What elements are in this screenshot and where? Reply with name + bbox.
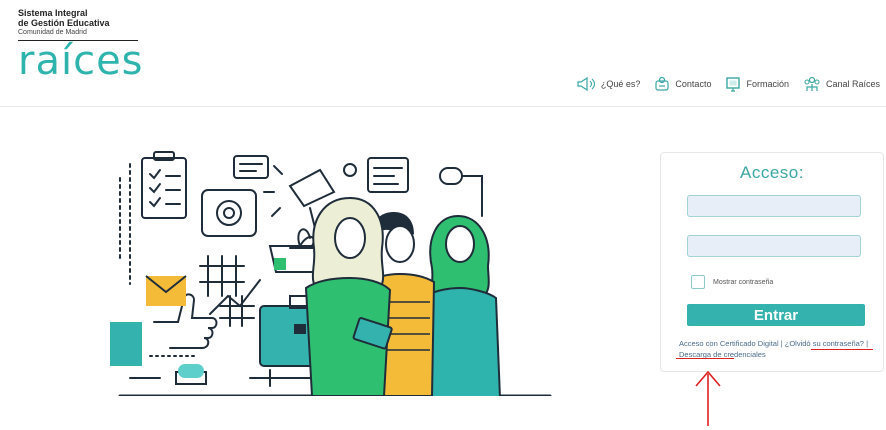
annotation-underline bbox=[811, 349, 873, 350]
nav-item-label: Contacto bbox=[675, 79, 712, 89]
forgot-password-link[interactable]: ¿Olvidó su contraseña? bbox=[785, 339, 864, 348]
nav-item-label: Formación bbox=[746, 79, 789, 89]
team-illustration bbox=[110, 151, 552, 396]
brand-line-3: Comunidad de Madrid bbox=[18, 29, 87, 36]
password-field[interactable] bbox=[687, 235, 861, 257]
submit-button[interactable]: Entrar bbox=[687, 304, 865, 326]
people-icon bbox=[803, 76, 821, 92]
login-panel: Acceso: Mostrar contraseña Entrar Acceso… bbox=[660, 152, 884, 372]
show-password-checkbox[interactable] bbox=[691, 275, 705, 289]
nav-item-formacion[interactable]: Formación bbox=[725, 76, 789, 92]
brand[interactable]: Sistema Integral de Gestión Educativa Co… bbox=[18, 8, 144, 84]
login-title: Acceso: bbox=[740, 163, 804, 182]
show-password-row[interactable]: Mostrar contraseña bbox=[691, 275, 773, 289]
red-arrow-icon bbox=[695, 370, 721, 426]
certificate-link[interactable]: Acceso con Certificado Digital bbox=[679, 339, 779, 348]
brand-line-2: de Gestión Educativa bbox=[18, 18, 110, 28]
nav-item-que-es[interactable]: ¿Qué es? bbox=[576, 77, 641, 91]
contact-icon bbox=[654, 76, 670, 92]
header: Sistema Integral de Gestión Educativa Co… bbox=[0, 0, 886, 107]
monitor-icon bbox=[725, 76, 741, 92]
link-separator: | bbox=[863, 339, 869, 348]
nav-item-canal-raices[interactable]: Canal Raíces bbox=[803, 76, 880, 92]
username-field[interactable] bbox=[687, 195, 861, 217]
top-nav: ¿Qué es? Contacto Formación Canal Raíces bbox=[576, 76, 880, 92]
annotation-underline bbox=[676, 358, 734, 359]
brand-line-1: Sistema Integral bbox=[18, 8, 88, 18]
megaphone-icon bbox=[576, 77, 596, 91]
show-password-label: Mostrar contraseña bbox=[713, 278, 774, 286]
raices-logo: raíces bbox=[18, 38, 144, 84]
nav-item-contacto[interactable]: Contacto bbox=[654, 76, 711, 92]
nav-item-label: ¿Qué es? bbox=[600, 79, 641, 89]
nav-item-label: Canal Raíces bbox=[825, 79, 880, 89]
